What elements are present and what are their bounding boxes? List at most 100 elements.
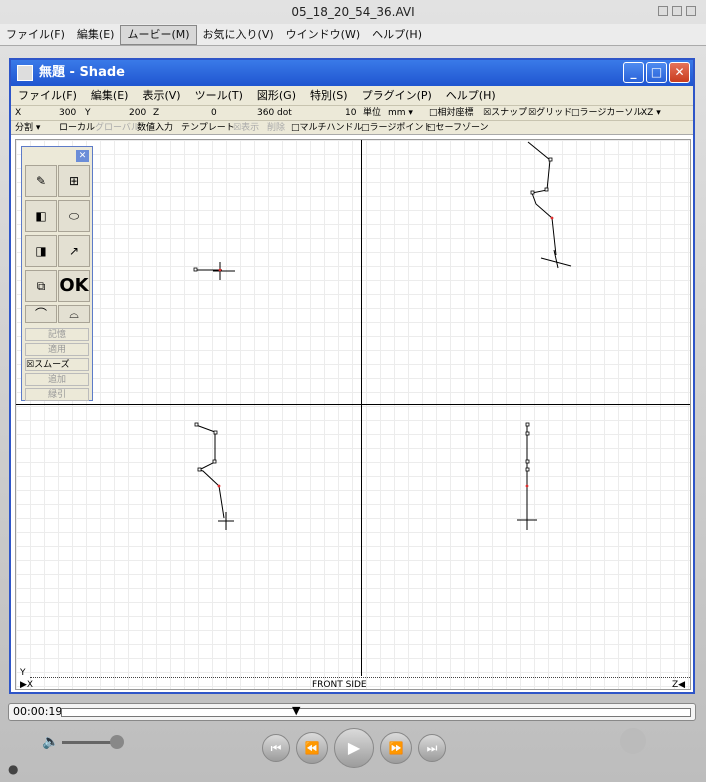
qt-menu-edit[interactable]: 編集(E) [71,24,121,45]
menu-special[interactable]: 特別(S) [303,86,355,105]
shade-menubar: ファイル(F) 編集(E) 表示(V) ツール(T) 図形(G) 特別(S) プ… [11,86,693,106]
qt-menu-file[interactable]: ファイル(F) [0,24,71,45]
delete-button[interactable]: 削除 [267,121,285,135]
menu-view[interactable]: 表示(V) [135,86,187,105]
split-select[interactable]: 分割 ▾ [15,121,40,135]
close-icon[interactable]: ✕ [76,150,89,162]
z-axis-label: Z◀ [672,680,686,690]
subtract-button[interactable]: 緑引 [25,388,89,401]
safe-zone-checkbox[interactable]: □セーフゾーン [427,121,489,135]
minimize-icon[interactable]: _ [623,62,644,83]
qt-title-bar: 05_18_20_54_36.AVI [0,0,706,24]
tool-palette: ✕ ✎ ⊞ ◧ ⬭ ◨ ↗ ⧉ OK ⌒ ⌓ 記憶 適用 ☒スムーズ 追加 緑引 [21,146,93,401]
viewport-drawings [193,141,572,530]
cylinder-tool-button[interactable]: ⬭ [58,200,90,232]
time-display: 00:00:19 [13,705,63,718]
go-to-start-button[interactable]: ⏮ [262,734,290,762]
local-button[interactable]: ローカル [59,121,95,135]
quicktime-logo-icon[interactable] [620,728,646,754]
relative-coords-checkbox[interactable]: □相対座標 [429,106,474,121]
top-view-object[interactable] [193,262,235,280]
menu-help[interactable]: ヘルプ(H) [439,86,503,105]
qt-menu-movie[interactable]: ムービー(M) [120,25,197,45]
playhead-icon[interactable]: ▼ [292,703,300,719]
front-view-polyline[interactable] [194,422,234,530]
apply-button[interactable]: 適用 [25,343,89,356]
menu-file[interactable]: ファイル(F) [11,86,84,105]
close-icon[interactable]: ✕ [669,62,690,83]
rewind-button[interactable]: ⏪ [296,732,328,764]
x-value[interactable]: 300 [59,106,76,121]
close-icon[interactable] [686,6,696,16]
qt-menu-help[interactable]: ヘルプ(H) [366,24,428,45]
menu-shape[interactable]: 図形(G) [250,86,303,105]
shade-title-text: 無題 - Shade [39,65,125,80]
movie-controller-bar: 00:00:19 ▼ [8,703,696,721]
shade-window: 無題 - Shade _ □ ✕ ファイル(F) 編集(E) 表示(V) ツール… [9,58,695,694]
volume-knob[interactable] [110,735,124,749]
insert-tool-button[interactable]: ◨ [25,235,57,267]
copy-tool-button[interactable]: ⧉ [25,270,57,302]
menu-tools[interactable]: ツール(T) [188,86,250,105]
menu-plugin[interactable]: プラグイン(P) [355,86,439,105]
right-view-polyline[interactable] [527,141,572,269]
shade-app-icon [17,65,33,81]
ten-value: 10 [345,108,357,118]
maximize-icon[interactable]: □ [646,62,667,83]
y-axis-label: Y [20,668,26,678]
unit-label: 単位 [363,108,382,118]
plane-select[interactable]: XZ ▾ [641,106,661,121]
y-value[interactable]: 200 [129,106,146,121]
numeric-input-button[interactable]: 数値入力 [137,121,173,135]
grid-checkbox[interactable]: ☒グリッド [528,106,572,121]
maximize-icon[interactable] [672,6,682,16]
options-bar: 分割 ▾ ローカル グローバル 数値入力 テンプレート ☒表示 削除 □マルチハ… [11,121,693,135]
menu-edit[interactable]: 編集(E) [84,86,136,105]
multi-handle-checkbox[interactable]: □マルチハンドル [291,121,363,135]
memory-button[interactable]: 記憶 [25,328,89,341]
qt-menubar: ファイル(F) 編集(E) ムービー(M) お気に入り(V) ウインドウ(W) … [0,24,706,46]
display-checkbox[interactable]: ☒表示 [233,121,259,135]
line-tool-button[interactable]: ↗ [58,235,90,267]
template-button[interactable]: テンプレート [181,121,235,135]
minimize-icon[interactable] [658,6,668,16]
dot-value[interactable]: 360 dot [257,106,292,121]
figure-view-area[interactable]: ✕ ✎ ⊞ ◧ ⬭ ◨ ↗ ⧉ OK ⌒ ⌓ 記憶 適用 ☒スムーズ 追加 緑引… [15,139,691,690]
go-to-end-button[interactable]: ⏭ [418,734,446,762]
smooth-tool-button[interactable]: ⌓ [58,305,90,323]
z-label: Z [153,108,160,118]
smooth-checkbox[interactable]: ☒スムーズ [25,358,89,371]
large-cursor-checkbox[interactable]: □ラージカーソル [571,106,642,121]
coordinate-bar: X 300 Y 200 Z 0 360 dot 10 単位 mm ▾ □相対座標… [11,106,693,121]
qt-menu-window[interactable]: ウインドウ(W) [280,24,366,45]
unit-select[interactable]: mm ▾ [388,106,413,121]
part-tool-button[interactable]: ⊞ [58,165,90,197]
y-label: Y [85,108,91,118]
timeline-track[interactable]: ▼ [61,704,691,717]
curve-tool-button[interactable]: ⌒ [25,305,57,323]
x-axis-label: ▶X [20,680,34,690]
shade-window-controls: _ □ ✕ [623,62,690,83]
volume-icon[interactable]: 🔈 [42,734,59,750]
fast-forward-button[interactable]: ⏩ [380,732,412,764]
quicktime-window: 05_18_20_54_36.AVI ファイル(F) 編集(E) ムービー(M)… [0,0,706,782]
pen-tool-button[interactable]: ✎ [25,165,57,197]
ok-button[interactable]: OK [58,270,90,302]
snap-checkbox[interactable]: ☒スナップ [483,106,527,121]
x-label: X [15,108,22,118]
qt-menu-favorites[interactable]: お気に入り(V) [197,24,280,45]
add-button[interactable]: 追加 [25,373,89,386]
side-view-polyline[interactable] [517,422,537,530]
play-button[interactable]: ▶ [334,728,374,768]
z-value[interactable]: 0 [211,106,217,121]
apple-logo-icon: ● [8,762,19,776]
ruler [30,677,690,679]
qt-window-controls [658,6,696,16]
qt-title-text: 05_18_20_54_36.AVI [291,5,415,19]
large-point-checkbox[interactable]: □ラージポイント [361,121,432,135]
move-tool-button[interactable]: ◧ [25,200,57,232]
shade-title-bar: 無題 - Shade _ □ ✕ [11,60,693,86]
global-button[interactable]: グローバル [95,121,140,135]
view-label: FRONT SIDE [312,680,367,690]
transport-controls: 🔈 ⏮ ⏪ ▶ ⏩ ⏭ ● [0,722,706,782]
